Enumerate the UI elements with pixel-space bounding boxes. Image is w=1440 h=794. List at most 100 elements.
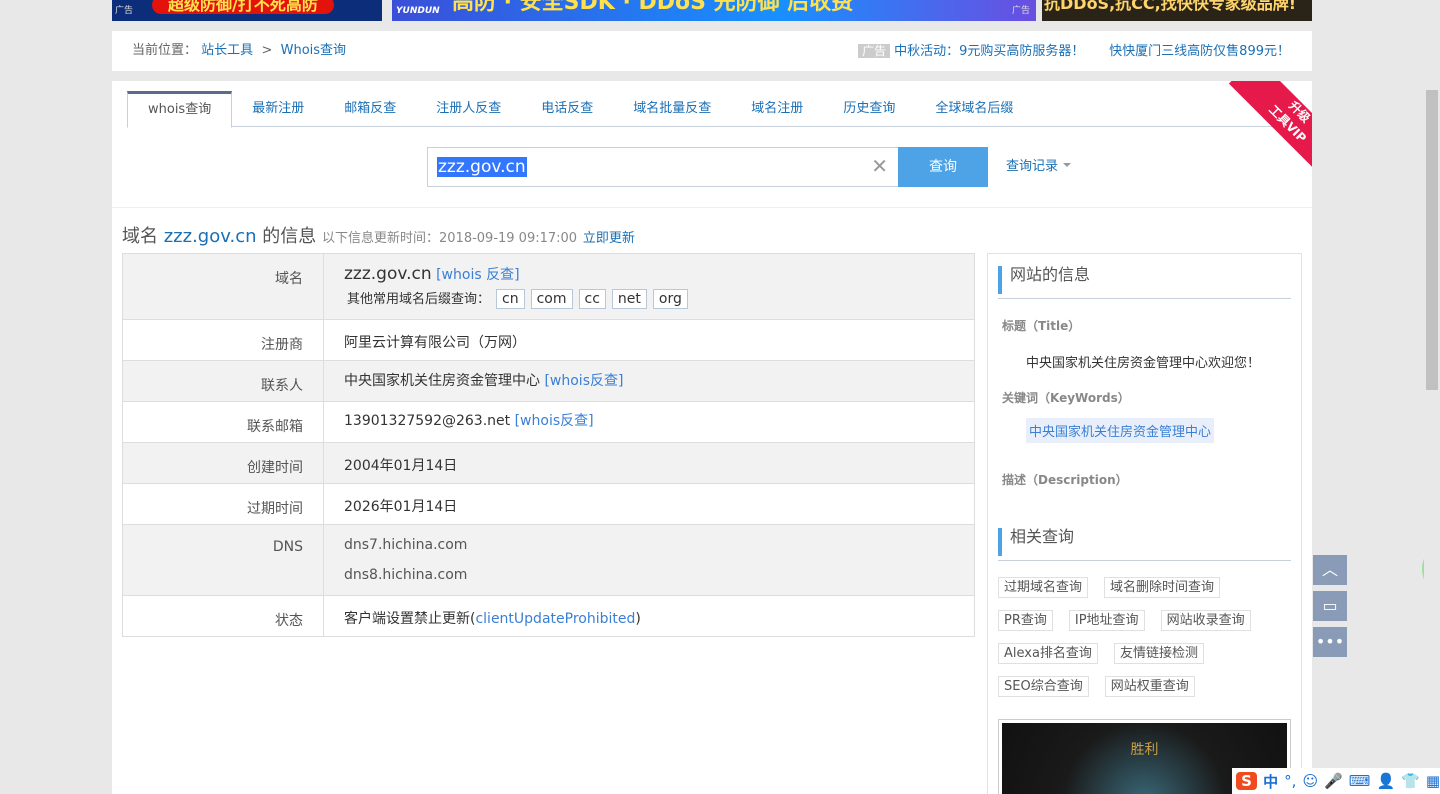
table-row: DNS dns7.hichina.com dns8.hichina.com	[122, 524, 975, 596]
vip-upgrade-badge[interactable]: 升级 工具VIP	[1226, 81, 1312, 185]
row-label: 状态	[122, 595, 324, 637]
back-to-top-button[interactable]: ︿	[1313, 555, 1347, 585]
search-button[interactable]: 查询	[898, 147, 988, 187]
breadcrumb-home-link[interactable]: 站长工具	[201, 43, 253, 58]
row-label: 联系人	[122, 360, 324, 402]
expires-value: 2026年01月14日	[323, 483, 975, 525]
tab-batch-reverse[interactable]: 域名批量反查	[613, 91, 731, 126]
punctuation-icon[interactable]: °,	[1284, 772, 1296, 790]
tab-global-suffixes[interactable]: 全球域名后缀	[915, 91, 1033, 126]
row-label: 创建时间	[122, 442, 324, 484]
status-text: 客户端设置禁止更新(	[344, 611, 476, 627]
tab-domain-register[interactable]: 域名注册	[731, 91, 823, 126]
mic-icon[interactable]: 🎤	[1324, 772, 1343, 790]
status-suffix: )	[635, 611, 641, 627]
ime-toolbar: S 中 °, ☺ 🎤 ⌨ 👤 👕 ▦	[1232, 768, 1440, 794]
ad-text: 超级防御/打不死高防	[152, 0, 334, 14]
ad-banner-3[interactable]: 抗DDoS,抗CC,找快快专家级品牌!	[1042, 0, 1312, 21]
status-code-link[interactable]: clientUpdateProhibited	[475, 611, 635, 627]
dns-value: dns7.hichina.com	[344, 537, 468, 553]
suffix-org[interactable]: org	[652, 289, 688, 309]
grid-icon[interactable]: ▦	[1426, 772, 1440, 790]
related-link[interactable]: Alexa排名查询	[998, 643, 1098, 664]
title-label: 标题（Title）	[1002, 319, 1081, 333]
scrollbar[interactable]	[1424, 0, 1440, 794]
contact-reverse-link[interactable]: [whois反查]	[544, 373, 623, 389]
suffix-cc[interactable]: cc	[578, 289, 606, 309]
contact-value: 中央国家机关住房资金管理中心	[344, 373, 540, 389]
whois-reverse-link[interactable]: [whois 反查]	[436, 267, 519, 283]
skin-icon[interactable]: 👕	[1401, 772, 1420, 790]
info-title: 域名 zzz.gov.cn 的信息 以下信息更新时间：2018-09-19 09…	[122, 222, 635, 248]
breadcrumb-current-link[interactable]: Whois查询	[281, 43, 346, 58]
user-icon[interactable]: 👤	[1376, 772, 1395, 790]
divider	[998, 298, 1291, 299]
keyword-tag[interactable]: 中央国家机关住房资金管理中心	[1026, 418, 1215, 443]
emoji-icon[interactable]: ☺	[1302, 772, 1318, 790]
related-link[interactable]: 域名删除时间查询	[1104, 577, 1221, 598]
related-heading: 相关查询	[998, 528, 1291, 556]
tab-registrant-reverse[interactable]: 注册人反查	[416, 91, 521, 126]
tab-email-reverse[interactable]: 邮箱反查	[324, 91, 416, 126]
ad-label: 广告	[115, 6, 134, 16]
feedback-button[interactable]: ▭	[1313, 591, 1347, 621]
refresh-link[interactable]: 立即更新	[583, 231, 635, 246]
sogou-logo-icon: S	[1236, 772, 1258, 790]
title-value: 中央国家机关住房资金管理中心欢迎您！	[1026, 356, 1261, 371]
suffix-cn[interactable]: cn	[496, 289, 525, 309]
related-link[interactable]: 网站收录查询	[1160, 610, 1251, 631]
more-button[interactable]: •••	[1313, 627, 1347, 657]
suffix-net[interactable]: net	[611, 289, 647, 309]
promo-link-2[interactable]: 快快厦门三线高防仅售899元！	[1109, 44, 1290, 59]
related-link[interactable]: 网站权重查询	[1104, 676, 1195, 697]
search-box: zzz.gov.cn ✕	[427, 147, 899, 187]
info-suffix: 的信息	[262, 226, 317, 247]
table-row: 联系邮箱 13901327592@263.net [whois反查]	[122, 401, 975, 443]
query-history-dropdown[interactable]: 查询记录	[1006, 147, 1071, 187]
divider	[998, 560, 1291, 561]
table-row: 域名 zzz.gov.cn [whois 反查] 其他常用域名后缀查询： cn com c…	[122, 253, 975, 320]
related-links: 过期域名查询 域名删除时间查询 PR查询 IP地址查询 网站收录查询 Alexa…	[998, 577, 1291, 709]
registrar-value: 阿里云计算有限公司（万网）	[323, 319, 975, 361]
breadcrumb: 当前位置： 站长工具 > Whois查询 广告 中秋活动：9元购买高防服务器！ 快…	[112, 31, 1312, 71]
tab-phone-reverse[interactable]: 电话反查	[521, 91, 613, 126]
suffix-com[interactable]: com	[530, 289, 573, 309]
ad-text: 高防 · 安全SDK · DDoS 先防御 后收费	[452, 0, 854, 15]
row-label: 域名	[122, 253, 324, 320]
related-link[interactable]: IP地址查询	[1068, 610, 1145, 631]
update-time: 以下信息更新时间：2018-09-19 09:17:00	[322, 231, 578, 246]
table-row: 联系人 中央国家机关住房资金管理中心 [whois反查]	[122, 360, 975, 402]
ad-brand: YUNDUN	[396, 6, 440, 16]
table-row: 注册商 阿里云计算有限公司（万网）	[122, 319, 975, 361]
promo-link-1[interactable]: 中秋活动：9元购买高防服务器！	[894, 44, 1084, 59]
scrollbar-thumb[interactable]	[1426, 90, 1438, 390]
related-link[interactable]: 友情链接检测	[1113, 643, 1204, 664]
tab-whois[interactable]: whois查询	[127, 91, 233, 128]
site-info-heading: 网站的信息	[998, 266, 1291, 294]
main-panel: whois查询 最新注册 邮箱反查 注册人反查 电话反查 域名批量反查 域名注册…	[112, 81, 1312, 794]
dns-value: dns8.hichina.com	[344, 567, 468, 583]
ime-mode[interactable]: 中	[1263, 771, 1278, 792]
row-label: DNS	[122, 524, 324, 596]
tab-history[interactable]: 历史查询	[823, 91, 915, 126]
ad-banner-2[interactable]: YUNDUN 高防 · 安全SDK · DDoS 先防御 后收费 广告	[392, 0, 1036, 21]
info-prefix: 域名	[122, 226, 158, 247]
row-label: 联系邮箱	[122, 401, 324, 443]
keyboard-icon[interactable]: ⌨	[1349, 772, 1371, 790]
related-link[interactable]: SEO综合查询	[998, 676, 1089, 697]
clear-icon[interactable]: ✕	[871, 154, 888, 178]
related-link[interactable]: PR查询	[998, 610, 1053, 631]
table-row: 状态 客户端设置禁止更新(clientUpdateProhibited)	[122, 595, 975, 637]
table-row: 过期时间 2026年01月14日	[122, 483, 975, 525]
table-row: 创建时间 2004年01月14日	[122, 442, 975, 484]
related-link[interactable]: 过期域名查询	[998, 577, 1089, 598]
divider	[112, 207, 1312, 208]
suffix-label: 其他常用域名后缀查询：	[347, 292, 491, 307]
breadcrumb-separator: >	[261, 43, 273, 58]
breadcrumb-prefix: 当前位置：	[132, 43, 198, 58]
row-label: 过期时间	[122, 483, 324, 525]
email-reverse-link[interactable]: [whois反查]	[515, 413, 594, 429]
tab-new-registrations[interactable]: 最新注册	[232, 91, 324, 126]
ad-banner-1[interactable]: 超级防御/打不死高防 广告	[112, 0, 382, 21]
email-value: 13901327592@263.net	[344, 413, 511, 429]
